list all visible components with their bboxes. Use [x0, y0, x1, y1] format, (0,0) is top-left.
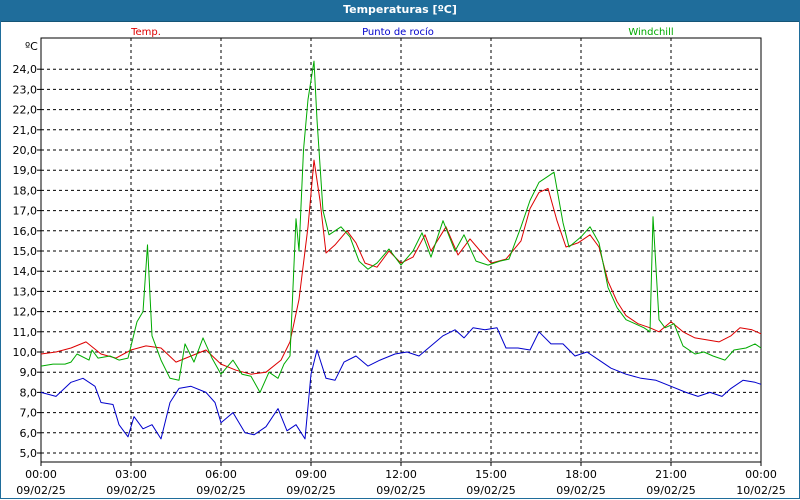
x-tick-time-label: 00:00 — [745, 468, 777, 481]
y-tick-label: 5,0 — [20, 447, 38, 460]
x-tick-time-label: 18:00 — [565, 468, 597, 481]
x-tick-time-label: 00:00 — [25, 468, 57, 481]
x-tick-date-label: 09/02/25 — [16, 484, 65, 497]
legend-item: Temp. — [130, 27, 161, 38]
y-tick-label: 6,0 — [20, 427, 38, 440]
y-tick-label: 12,0 — [13, 306, 38, 319]
y-axis-label: ºC — [25, 40, 38, 53]
y-tick-label: 9,0 — [20, 366, 38, 379]
x-tick-time-label: 15:00 — [475, 468, 507, 481]
x-tick-time-label: 21:00 — [655, 468, 687, 481]
y-tick-label: 19,0 — [13, 164, 38, 177]
x-tick-time-label: 09:00 — [295, 468, 327, 481]
y-tick-label: 10,0 — [13, 346, 38, 359]
x-tick-date-label: 09/02/25 — [376, 484, 425, 497]
y-tick-label: 18,0 — [13, 184, 38, 197]
y-tick-label: 20,0 — [13, 144, 38, 157]
x-tick-time-label: 12:00 — [385, 468, 417, 481]
y-tick-label: 21,0 — [13, 124, 38, 137]
x-tick-date-label: 09/02/25 — [556, 484, 605, 497]
x-tick-date-label: 10/02/25 — [736, 484, 785, 497]
x-tick-date-label: 09/02/25 — [286, 484, 335, 497]
y-tick-label: 16,0 — [13, 225, 38, 238]
x-tick-time-label: 03:00 — [115, 468, 147, 481]
y-tick-label: 11,0 — [13, 326, 38, 339]
y-tick-label: 13,0 — [13, 285, 38, 298]
y-tick-label: 23,0 — [13, 83, 38, 96]
y-tick-label: 22,0 — [13, 104, 38, 117]
y-tick-label: 17,0 — [13, 205, 38, 218]
y-tick-label: 14,0 — [13, 265, 38, 278]
legend-item: Punto de rocío — [362, 26, 434, 38]
x-tick-date-label: 09/02/25 — [646, 484, 695, 497]
x-tick-date-label: 09/02/25 — [106, 484, 155, 497]
x-tick-time-label: 06:00 — [205, 468, 237, 481]
y-tick-label: 15,0 — [13, 245, 38, 258]
temperature-chart: 5,0 6,0 7,0 8,0 9,0 10,0 11,0 12,0 13,0 14,0 15,0 1… — [13, 26, 786, 497]
x-tick-date-label: 09/02/25 — [196, 484, 245, 497]
legend-item: Windchill — [628, 27, 673, 38]
y-tick-label: 7,0 — [20, 407, 38, 420]
x-tick-date-label: 09/02/25 — [466, 484, 515, 497]
y-tick-label: 24,0 — [13, 63, 38, 76]
y-tick-label: 8,0 — [20, 386, 38, 399]
